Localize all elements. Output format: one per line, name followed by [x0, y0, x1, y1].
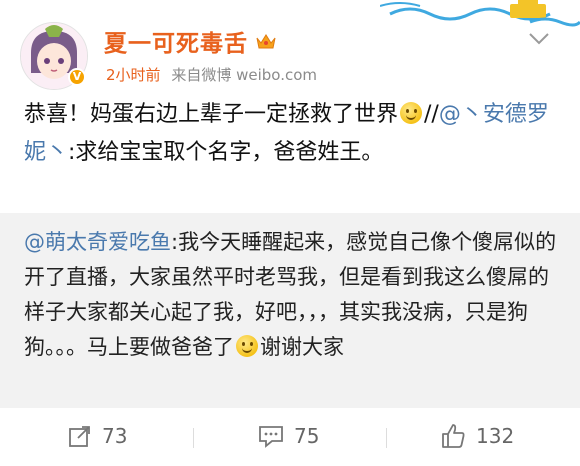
crown-icon: [256, 34, 276, 49]
divider: [193, 428, 194, 448]
like-button[interactable]: 132: [440, 422, 514, 450]
like-icon: [442, 424, 465, 448]
repost-text-part2: 谢谢大家: [260, 335, 344, 359]
comment-count: 75: [294, 424, 320, 448]
post-text: 恭喜！妈蛋右边上辈子一定拯救了世界//@丶安德罗妮丶:求给宝宝取个名字，爸爸姓王…: [24, 96, 564, 172]
action-bar: 73 75 132: [0, 408, 580, 466]
post-text-part1: 恭喜！妈蛋右边上辈子一定拯救了世界: [24, 102, 399, 127]
repost-count: 73: [102, 424, 128, 448]
chevron-down-icon[interactable]: [528, 32, 550, 46]
repost-mention-link[interactable]: @萌太奇爱吃鱼: [24, 230, 171, 254]
repost-button[interactable]: 73: [68, 422, 127, 450]
repost-text: @萌太奇爱吃鱼:我今天睡醒起来，感觉自己像个傻屌似的开了直播，大家虽然平时老骂我…: [24, 225, 564, 365]
username[interactable]: 夏一可死毒舌: [104, 24, 248, 58]
smiley-emoji-icon: [400, 102, 423, 124]
repost-icon: [69, 426, 90, 447]
post-time[interactable]: 2小时前: [106, 66, 161, 84]
post-header: V 夏一可死毒舌 2小时前 来自微博 weibo.com: [20, 20, 560, 90]
divider: [386, 428, 387, 448]
comment-icon: [259, 426, 283, 448]
smiley-emoji-icon: [236, 335, 258, 357]
comment-button[interactable]: 75: [258, 422, 319, 450]
like-count: 132: [476, 424, 515, 448]
post-source[interactable]: 来自微博 weibo.com: [171, 66, 317, 84]
repost-block[interactable]: @萌太奇爱吃鱼:我今天睡醒起来，感觉自己像个傻屌似的开了直播，大家虽然平时老骂我…: [0, 213, 580, 408]
vip-badge-icon: V: [68, 68, 86, 86]
post-meta: 2小时前 来自微博 weibo.com: [106, 64, 317, 85]
post-slashes: //: [424, 102, 439, 127]
post-text-part2: :求给宝宝取个名字，爸爸姓王。: [68, 140, 384, 165]
